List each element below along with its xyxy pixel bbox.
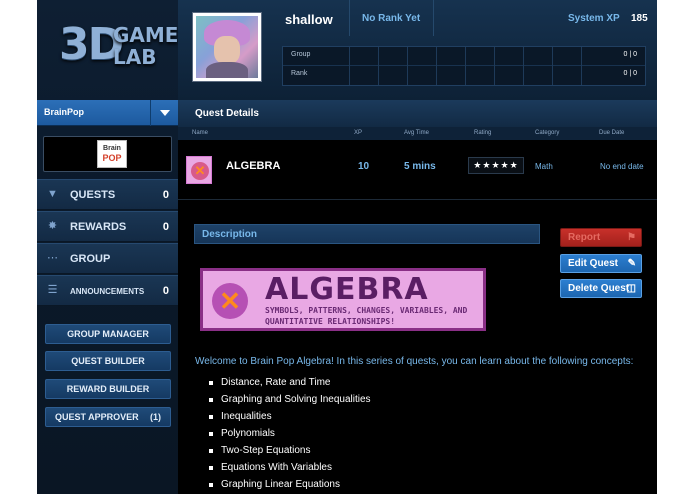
main-panel: shallow No Rank Yet System XP 185 Group … [178, 0, 657, 494]
quest-avg-time: 5 mins [404, 161, 436, 172]
brainpop-logo: Brain POP [97, 140, 127, 168]
brainpop-logo-line-1: Brain [103, 145, 121, 152]
rank-text: No Rank Yet [362, 13, 421, 24]
avatar-body [206, 62, 248, 78]
quest-due-date: No end date [600, 162, 644, 171]
organization-select-label: BrainPop [44, 107, 85, 117]
stats-row-label: Group [291, 51, 311, 58]
logo-game-lab: GAME LAB [113, 24, 178, 68]
quest-xp: 10 [358, 161, 370, 172]
group-manager-button[interactable]: GROUP MANAGER [45, 324, 171, 344]
stats-row-group: Group 0 | 0 [283, 47, 645, 66]
sidebar-item-rewards[interactable]: ✸ REWARDS 0 [37, 211, 178, 242]
quest-details-header: Quest Details [178, 100, 657, 127]
reward-builder-button[interactable]: REWARD BUILDER [45, 379, 171, 399]
badge-icon: ✸ [47, 220, 58, 232]
sidebar-item-count: 0 [162, 285, 169, 297]
avatar-image [196, 16, 258, 78]
system-xp-label: System XP [568, 13, 620, 24]
stats-row-cells [349, 66, 582, 85]
trash-icon: ◫ [626, 283, 636, 294]
logo-line-1: GAME [113, 23, 179, 47]
report-button[interactable]: Report ⚑ [560, 228, 642, 247]
sidebar-item-count: 0 [162, 189, 169, 201]
sidebar-item-group[interactable]: ⋯ GROUP [37, 243, 178, 274]
description-title: Description [202, 229, 258, 240]
list-item: Inequalities [209, 410, 371, 427]
avatar-face [214, 36, 240, 64]
sidebar-item-quests[interactable]: ▼ QUESTS 0 [37, 179, 178, 210]
stats-row-cells [349, 47, 582, 66]
organization-select[interactable]: BrainPop [37, 100, 178, 126]
table-row[interactable]: ✕ ALGEBRA 10 5 mins ★★★★★ Math No end da… [178, 140, 657, 200]
stats-row-label: Rank [291, 70, 308, 77]
column-xp[interactable]: XP [354, 130, 362, 136]
username: shallow [285, 12, 333, 27]
avatar[interactable] [192, 12, 262, 82]
stats-table: Group 0 | 0 Rank 0 | 0 [282, 46, 646, 86]
list-item: Polynomials [209, 427, 371, 444]
quest-category: Math [535, 162, 553, 171]
organization-logo-box: Brain POP [43, 136, 172, 172]
quest-banner: ✕ ALGEBRA SYMBOLS, PATTERNS, CHANGES, VA… [200, 268, 486, 331]
system-xp-value: 185 [631, 13, 648, 24]
column-avg-time[interactable]: Avg Time [404, 130, 429, 136]
concept-list: Distance, Rate and Time Graphing and Sol… [209, 376, 371, 494]
algebra-x-icon: ✕ [191, 162, 209, 180]
quest-approver-button[interactable]: QUEST APPROVER (1) [45, 407, 171, 427]
list-item: Graphing Linear Equations [209, 478, 371, 494]
brainpop-logo-line-2: POP [102, 153, 122, 163]
report-button-label: Report [568, 232, 601, 243]
column-due-date[interactable]: Due Date [599, 130, 624, 136]
rank-badge: No Rank Yet [349, 0, 434, 36]
edit-quest-button[interactable]: Edit Quest ✎ [560, 254, 642, 273]
quest-table-header: Name XP Avg Time Rating Category Due Dat… [178, 127, 657, 140]
quest-approver-count: (1) [150, 412, 161, 422]
people-icon: ⋯ [47, 252, 58, 264]
description-header: Description [194, 224, 540, 244]
list-item: Graphing and Solving Inequalities [209, 393, 371, 410]
delete-quest-button-label: Delete Quest [568, 283, 630, 294]
quest-approver-label: QUEST APPROVER [55, 412, 139, 422]
quest-builder-button[interactable]: QUEST BUILDER [45, 351, 171, 371]
flag-icon: ⚑ [627, 232, 636, 243]
chevron-down-icon [160, 110, 170, 116]
quest-name: ALGEBRA [226, 160, 281, 172]
stats-row-rank: Rank 0 | 0 [283, 66, 645, 85]
column-category[interactable]: Category [535, 130, 559, 136]
document-icon: ☰ [47, 284, 58, 296]
stats-row-value: 0 | 0 [623, 51, 638, 58]
sidebar-item-label: REWARDS [70, 221, 127, 233]
list-item: Two-Step Equations [209, 444, 371, 461]
description-intro: Welcome to Brain Pop Algebra! In this se… [195, 356, 634, 367]
profile-header: shallow No Rank Yet System XP 185 Group … [178, 0, 657, 100]
quest-thumbnail: ✕ [186, 156, 212, 184]
sidebar-item-label: ANNOUNCEMENTS [70, 287, 145, 296]
column-name[interactable]: Name [192, 130, 208, 136]
algebra-x-icon: ✕ [212, 283, 248, 319]
quest-rating-stars[interactable]: ★★★★★ [468, 157, 524, 174]
list-item: Distance, Rate and Time [209, 376, 371, 393]
sidebar-item-count: 0 [162, 221, 169, 233]
sidebar: 3D GAME LAB BrainPop Brain POP ▼ QUESTS … [37, 0, 178, 494]
app-frame: 3D GAME LAB BrainPop Brain POP ▼ QUESTS … [37, 0, 657, 494]
sidebar-item-label: GROUP [70, 253, 111, 265]
sidebar-item-label: QUESTS [70, 189, 116, 201]
quest-details-title: Quest Details [195, 108, 259, 119]
stats-row-value: 0 | 0 [623, 70, 638, 77]
app-logo[interactable]: 3D GAME LAB [59, 20, 178, 72]
shield-icon: ▼ [47, 188, 58, 200]
logo-line-2: LAB [113, 45, 157, 69]
banner-title: ALGEBRA [265, 272, 429, 307]
column-rating[interactable]: Rating [474, 130, 491, 136]
delete-quest-button[interactable]: Delete Quest ◫ [560, 279, 642, 298]
edit-quest-button-label: Edit Quest [568, 258, 619, 269]
edit-icon: ✎ [627, 258, 636, 269]
organization-select-toggle[interactable] [150, 100, 178, 126]
banner-subtitle: SYMBOLS, PATTERNS, CHANGES, VARIABLES, A… [265, 306, 468, 326]
sidebar-item-announcements[interactable]: ☰ ANNOUNCEMENTS 0 [37, 275, 178, 306]
list-item: Equations With Variables [209, 461, 371, 478]
